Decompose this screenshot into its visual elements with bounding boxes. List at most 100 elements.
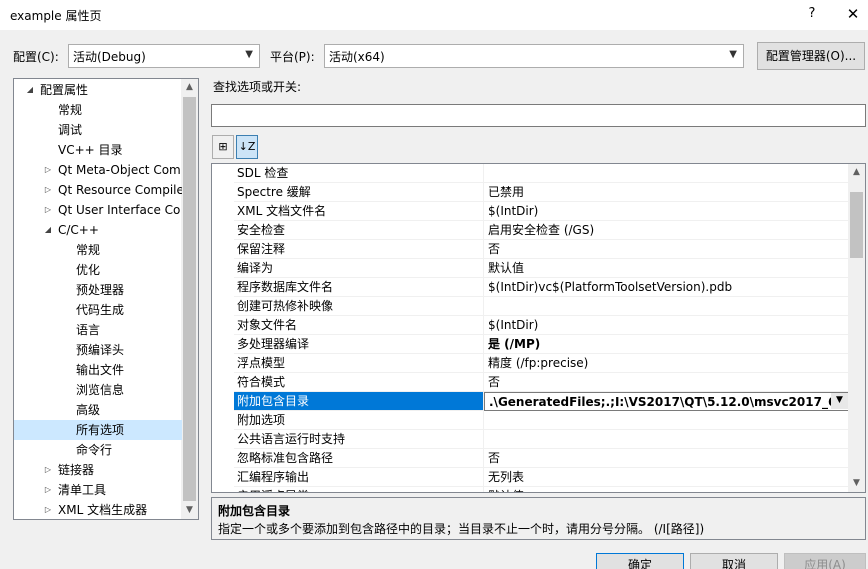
tree-item[interactable]: ▷ XML 文档生成器 [14, 500, 182, 519]
property-row[interactable]: 浮点模型 精度 (/fp:precise) [212, 354, 849, 373]
property-value[interactable] [484, 430, 849, 449]
collapsed-arrow-icon[interactable]: ▷ [42, 460, 54, 480]
property-row[interactable]: 安全检查 启用安全检查 (/GS) [212, 221, 849, 240]
tree-item[interactable]: VC++ 目录 [14, 140, 182, 160]
property-value[interactable]: 否 [484, 240, 849, 259]
property-row[interactable]: 编译为 默认值 [212, 259, 849, 278]
tree-item[interactable]: 所有选项 [14, 420, 182, 440]
grid-scroll-thumb[interactable] [850, 192, 863, 258]
property-row[interactable]: 忽略标准包含路径否 [212, 449, 849, 468]
tree-item[interactable]: ▷ Qt User Interface Co [14, 200, 182, 220]
tree-item[interactable]: ▷ Qt Resource Compile [14, 180, 182, 200]
scroll-up-icon[interactable]: ▲ [181, 79, 198, 96]
property-name[interactable]: 启用浮点异常 [234, 487, 484, 492]
property-value[interactable]: 默认值 [484, 259, 849, 278]
expanded-arrow-icon[interactable]: ◢ [24, 80, 36, 100]
cancel-button[interactable]: 取消 [690, 553, 778, 569]
property-name[interactable]: Spectre 缓解 [234, 183, 484, 202]
scroll-down-icon[interactable]: ▼ [181, 502, 198, 519]
tree-item[interactable]: 命令行 [14, 440, 182, 460]
property-name[interactable]: 编译为 [234, 259, 484, 278]
property-value[interactable]: 是 (/MP) [484, 335, 849, 354]
property-row[interactable]: 汇编程序输出 无列表 [212, 468, 849, 487]
ok-button[interactable]: 确定 [596, 553, 684, 569]
property-name[interactable]: 汇编程序输出 [234, 468, 484, 487]
tree-item[interactable]: ▷ Qt Meta-Object Com [14, 160, 182, 180]
tree-item[interactable]: ▷ 清单工具 [14, 480, 182, 500]
tree-item[interactable]: 优化 [14, 260, 182, 280]
tree-item[interactable]: 预处理器 [14, 280, 182, 300]
property-name[interactable]: 多处理器编译 [234, 335, 484, 354]
property-name[interactable]: 创建可热修补映像 [234, 297, 484, 316]
property-row[interactable]: Spectre 缓解 已禁用 [212, 183, 849, 202]
tree-item[interactable]: 预编译头 [14, 340, 182, 360]
property-value[interactable]: $(IntDir) [484, 202, 849, 221]
categorized-view-button[interactable]: ⊞ [212, 135, 234, 159]
property-row[interactable]: 对象文件名 $(IntDir) [212, 316, 849, 335]
property-row[interactable]: 程序数据库文件名 $(IntDir)vc$(PlatformToolsetVers… [212, 278, 849, 297]
tree-item[interactable]: 语言 [14, 320, 182, 340]
tree-item[interactable]: 高级 [14, 400, 182, 420]
property-row[interactable]: 公共语言运行时支持 [212, 430, 849, 449]
property-name[interactable]: SDL 检查 [234, 164, 484, 183]
tree-item[interactable]: 常规 [14, 100, 182, 120]
property-tree[interactable]: ▲ ▼ ◢ 配置属性 常规 调试 VC++ 目录 ▷ Qt Meta-Object Com ▷… [13, 78, 199, 520]
tree-scroll-thumb[interactable] [183, 97, 196, 501]
expanded-arrow-icon[interactable]: ◢ [42, 220, 54, 240]
property-row[interactable]: 附加选项 [212, 411, 849, 430]
alphabetical-view-button[interactable]: ↓Z [236, 135, 258, 159]
property-row[interactable]: 启用浮点异常默认值 [212, 487, 849, 492]
property-value[interactable] [484, 411, 849, 430]
scroll-down-icon[interactable]: ▼ [848, 475, 865, 492]
platform-select[interactable]: 活动(x64) ▼ [324, 44, 744, 68]
help-button[interactable]: ? [798, 3, 826, 25]
property-value[interactable]: 启用安全检查 (/GS) [484, 221, 849, 240]
property-name[interactable]: 程序数据库文件名 [234, 278, 484, 297]
property-row[interactable]: SDL 检查 [212, 164, 849, 183]
property-name[interactable]: 浮点模型 [234, 354, 484, 373]
collapsed-arrow-icon[interactable]: ▷ [42, 180, 54, 200]
tree-scrollbar[interactable]: ▲ ▼ [181, 79, 198, 519]
property-grid[interactable]: 启用浮点异常默认值汇编程序输出无列表忽略标准包含路径否公共语言运行时支持附加选项… [211, 163, 866, 493]
tree-item[interactable]: 浏览信息 [14, 380, 182, 400]
property-value[interactable]: 否 [484, 373, 849, 392]
property-value[interactable] [484, 164, 849, 183]
tree-item[interactable]: 常规 [14, 240, 182, 260]
grid-scrollbar[interactable]: ▲ ▼ [848, 164, 865, 492]
collapsed-arrow-icon[interactable]: ▷ [42, 200, 54, 220]
property-row[interactable]: 创建可热修补映像 [212, 297, 849, 316]
property-value[interactable]: $(IntDir) [484, 316, 849, 335]
property-name[interactable]: 公共语言运行时支持 [234, 430, 484, 449]
property-value[interactable]: .\GeneratedFiles;.;I:\VS2017\QT\5.12.0\m… [484, 392, 849, 411]
search-input[interactable] [211, 104, 866, 127]
property-value[interactable]: 精度 (/fp:precise) [484, 354, 849, 373]
property-value[interactable]: 否 [484, 449, 849, 468]
property-name[interactable]: 附加选项 [234, 411, 484, 430]
collapsed-arrow-icon[interactable]: ▷ [42, 500, 54, 519]
property-name[interactable]: 对象文件名 [234, 316, 484, 335]
configuration-select[interactable]: 活动(Debug) ▼ [68, 44, 260, 68]
property-row[interactable]: 多处理器编译是 (/MP) [212, 335, 849, 354]
tree-item[interactable]: 输出文件 [14, 360, 182, 380]
tree-item[interactable]: ◢ 配置属性 [14, 80, 182, 100]
property-value[interactable]: 默认值 [484, 487, 849, 492]
property-row[interactable]: XML 文档文件名 $(IntDir) [212, 202, 849, 221]
property-name[interactable]: 安全检查 [234, 221, 484, 240]
property-value[interactable]: 无列表 [484, 468, 849, 487]
tree-item[interactable]: 代码生成 [14, 300, 182, 320]
chevron-down-icon[interactable]: ▼ [831, 393, 848, 409]
property-value[interactable]: $(IntDir)vc$(PlatformToolsetVersion).pdb [484, 278, 849, 297]
property-name[interactable]: 保留注释 [234, 240, 484, 259]
property-row[interactable]: 附加包含目录 .\GeneratedFiles;.;I:\VS2017\QT\5.… [212, 392, 849, 411]
tree-item[interactable]: 调试 [14, 120, 182, 140]
tree-item[interactable]: ◢ C/C++ [14, 220, 182, 240]
configuration-manager-button[interactable]: 配置管理器(O)... [757, 42, 865, 70]
apply-button[interactable]: 应用(A) [784, 553, 866, 569]
collapsed-arrow-icon[interactable]: ▷ [42, 160, 54, 180]
property-name[interactable]: 忽略标准包含路径 [234, 449, 484, 468]
property-row[interactable]: 保留注释否 [212, 240, 849, 259]
property-name[interactable]: XML 文档文件名 [234, 202, 484, 221]
close-button[interactable]: ✕ [839, 3, 867, 25]
scroll-up-icon[interactable]: ▲ [848, 164, 865, 181]
property-name[interactable]: 附加包含目录 [234, 392, 484, 411]
